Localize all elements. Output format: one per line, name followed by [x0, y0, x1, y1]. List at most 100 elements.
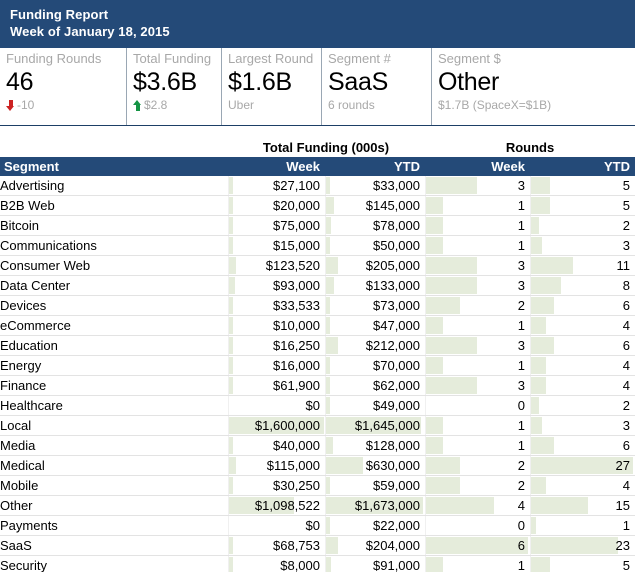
cell-divider [227, 176, 229, 195]
cell-value: 5 [622, 178, 631, 193]
table-row[interactable]: Data Center $93,000 $133,000 3 8 [0, 275, 635, 296]
column-header-rounds-ytd[interactable]: YTD [530, 157, 635, 176]
cell-divider [425, 276, 426, 295]
cell-funding-week: $1,600,000 [227, 415, 325, 436]
table-row[interactable]: SaaS $68,753 $204,000 6 23 [0, 535, 635, 556]
cell-divider [227, 556, 229, 572]
cell-funding-week: $40,000 [227, 435, 325, 456]
cell-value: 23 [615, 538, 631, 553]
cell-divider [530, 316, 531, 335]
cell-rounds-week: 1 [425, 415, 530, 436]
table-row[interactable]: Security $8,000 $91,000 1 5 [0, 555, 635, 572]
cell-value: 1 [517, 218, 525, 233]
cell-rounds-week: 1 [425, 235, 530, 256]
cell-funding-week: $16,250 [227, 335, 325, 356]
cell-value: $1,673,000 [354, 498, 420, 513]
cell-divider [530, 336, 531, 355]
cell-segment: Finance [0, 375, 228, 396]
cell-value: $62,000 [373, 378, 420, 393]
cell-value: $145,000 [365, 198, 420, 213]
kpi-subtext: $1.7B (SpaceX=$1B) [438, 98, 552, 112]
cell-funding-week: $27,100 [227, 176, 325, 196]
cell-funding-ytd: $22,000 [325, 515, 425, 536]
column-header-funding-ytd[interactable]: YTD [325, 157, 425, 176]
kpi-subtext-wrap: -10 [6, 98, 120, 113]
table-row[interactable]: Media $40,000 $128,000 1 6 [0, 435, 635, 456]
cell-divider [227, 396, 229, 415]
cell-value: $75,000 [273, 218, 320, 233]
table-body: Advertising $27,100 $33,000 3 5 B2B Web $20,00… [0, 176, 635, 572]
cell-divider [425, 316, 426, 335]
cell-divider [425, 236, 426, 255]
column-header-rounds-week[interactable]: Week [425, 157, 530, 176]
cell-funding-ytd: $1,673,000 [325, 495, 425, 516]
cell-value: 6 [622, 438, 631, 453]
column-header-segment[interactable]: Segment [0, 157, 227, 176]
cell-rounds-week: 1 [425, 215, 530, 236]
cell-value: $93,000 [273, 278, 320, 293]
cell-divider [530, 436, 531, 455]
arrow-up-icon [133, 100, 142, 111]
cell-segment: Communications [0, 235, 228, 256]
cell-rounds-ytd: 8 [530, 275, 635, 296]
cell-value: 4 [622, 378, 631, 393]
table-row[interactable]: Communications $15,000 $50,000 1 3 [0, 235, 635, 256]
table-row[interactable]: Education $16,250 $212,000 3 6 [0, 335, 635, 356]
table-row[interactable]: Healthcare $0 $49,000 0 2 [0, 395, 635, 416]
kpi-value: Other [438, 68, 500, 96]
cell-value: 3 [517, 278, 525, 293]
cell-divider [227, 436, 229, 455]
cell-divider [227, 376, 229, 395]
table-row[interactable]: Mobile $30,250 $59,000 2 4 [0, 475, 635, 496]
table-row[interactable]: Other $1,098,522 $1,673,000 4 15 [0, 495, 635, 516]
cell-funding-week: $15,000 [227, 235, 325, 256]
table-row[interactable]: Local $1,600,000 $1,645,000 1 3 [0, 415, 635, 436]
cell-divider [325, 536, 326, 555]
cell-divider [227, 456, 229, 475]
cell-funding-ytd: $204,000 [325, 535, 425, 556]
cell-divider [425, 216, 426, 235]
cell-divider [425, 536, 426, 555]
cell-rounds-ytd: 3 [530, 415, 635, 436]
cell-rounds-ytd: 23 [530, 535, 635, 556]
cell-divider [530, 556, 531, 572]
table-row[interactable]: Consumer Web $123,520 $205,000 3 11 [0, 255, 635, 276]
cell-rounds-ytd: 6 [530, 335, 635, 356]
table-row[interactable]: Bitcoin $75,000 $78,000 1 2 [0, 215, 635, 236]
cell-value: $16,250 [273, 338, 320, 353]
cell-divider [325, 336, 326, 355]
kpi-label: Segment # [328, 51, 391, 66]
table-row[interactable]: Energy $16,000 $70,000 1 4 [0, 355, 635, 376]
cell-divider [425, 296, 426, 315]
cell-value: 2 [517, 478, 525, 493]
cell-value: $59,000 [373, 478, 420, 493]
cell-divider [325, 276, 326, 295]
cell-funding-ytd: $133,000 [325, 275, 425, 296]
cell-segment: Medical [0, 455, 228, 476]
cell-funding-ytd: $630,000 [325, 455, 425, 476]
table-row[interactable]: eCommerce $10,000 $47,000 1 4 [0, 315, 635, 336]
table-row[interactable]: Medical $115,000 $630,000 2 27 [0, 455, 635, 476]
table-row[interactable]: Devices $33,533 $73,000 2 6 [0, 295, 635, 316]
table-row[interactable]: Finance $61,900 $62,000 3 4 [0, 375, 635, 396]
cell-value: $8,000 [280, 558, 320, 572]
cell-rounds-week: 3 [425, 375, 530, 396]
cell-value: 1 [517, 558, 525, 572]
kpi-subtext: -10 [17, 98, 35, 112]
cell-value: 1 [517, 438, 525, 453]
column-header-funding-week[interactable]: Week [227, 157, 325, 176]
cell-value: 27 [615, 458, 631, 473]
cell-segment: Devices [0, 295, 228, 316]
table-row[interactable]: B2B Web $20,000 $145,000 1 5 [0, 195, 635, 216]
cell-value: $0 [305, 518, 320, 533]
cell-rounds-week: 6 [425, 535, 530, 556]
table-column-header-row: Segment Week YTD Week YTD [0, 157, 635, 176]
group-header-total-funding: Total Funding (000s) [227, 138, 425, 157]
table-row[interactable]: Advertising $27,100 $33,000 3 5 [0, 176, 635, 196]
kpi-card-row: Funding Rounds 46 -10 Total Funding $3.6B $2.… [0, 48, 635, 126]
cell-segment: Energy [0, 355, 228, 376]
table-row[interactable]: Payments $0 $22,000 0 1 [0, 515, 635, 536]
cell-segment: Mobile [0, 475, 228, 496]
cell-divider [425, 496, 426, 515]
cell-funding-week: $68,753 [227, 535, 325, 556]
